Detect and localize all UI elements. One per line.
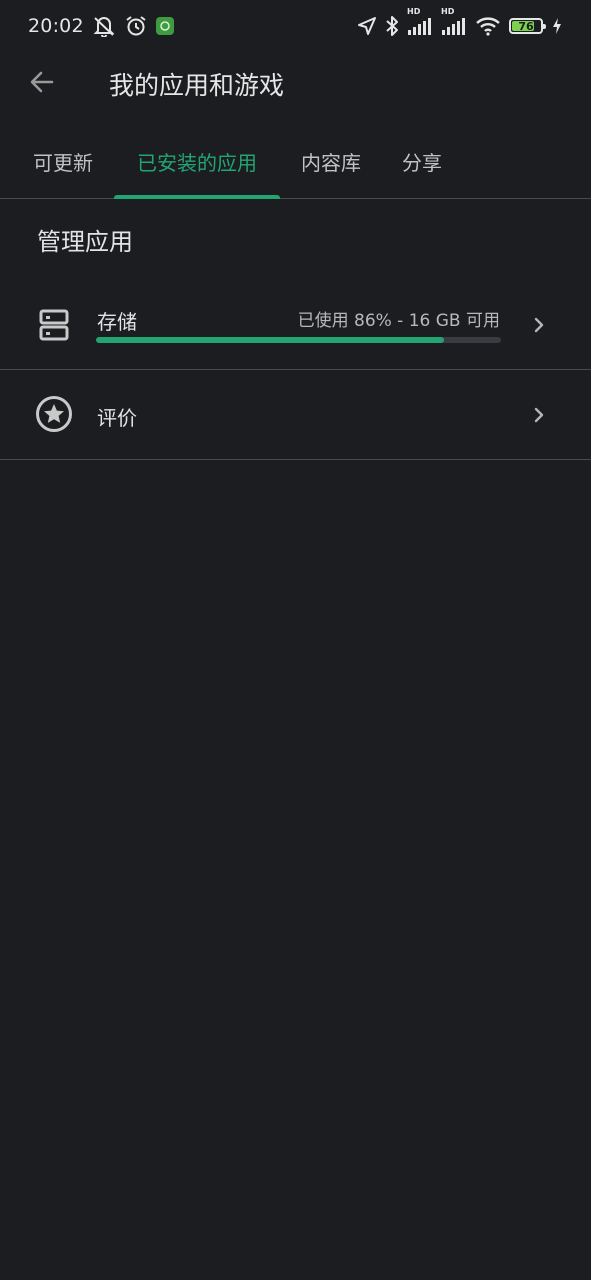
tab-share[interactable]: 分享	[382, 124, 462, 198]
status-time: 20:02	[28, 15, 84, 37]
notifications-off-icon	[92, 15, 116, 37]
back-button[interactable]	[22, 62, 62, 102]
alarm-icon	[124, 15, 148, 37]
tab-indicator	[114, 195, 280, 199]
signal-hd-badge: HD	[441, 7, 455, 16]
battery-icon: 76	[509, 18, 546, 34]
tab-label: 分享	[402, 150, 442, 175]
section-title: 管理应用	[37, 228, 133, 256]
wifi-icon	[475, 16, 501, 36]
app-notification-icon	[155, 17, 174, 35]
app-bar: 我的应用和游戏	[0, 52, 591, 114]
signal-icon: HD	[441, 7, 467, 36]
ratings-row[interactable]: 评价	[0, 370, 591, 460]
arrow-left-icon	[30, 71, 54, 93]
chevron-right-icon	[528, 404, 550, 426]
chevron-right-icon	[528, 314, 550, 336]
location-icon	[357, 16, 377, 36]
tab-library[interactable]: 内容库	[282, 124, 380, 198]
tab-updates[interactable]: 可更新	[14, 124, 112, 198]
page-title: 我的应用和游戏	[109, 71, 285, 100]
storage-label: 存储	[97, 310, 137, 334]
tab-label: 已安装的应用	[137, 150, 257, 175]
status-bar: 20:02 HD HD 76	[0, 0, 591, 52]
storage-progress-bar	[96, 337, 501, 343]
storage-usage-text: 已使用 86% - 16 GB 可用	[297, 311, 500, 331]
tab-bar: 可更新 已安装的应用 内容库 分享	[0, 124, 591, 199]
storage-row[interactable]: 存储	[0, 280, 591, 370]
tab-label: 内容库	[301, 150, 361, 175]
signal-hd-badge: HD	[407, 7, 421, 16]
storage-progress-fill	[96, 337, 445, 343]
charging-icon	[551, 17, 563, 35]
bluetooth-icon	[385, 15, 399, 37]
signal-icon: HD	[407, 7, 433, 36]
battery-level: 76	[518, 19, 534, 33]
tab-installed[interactable]: 已安装的应用	[114, 124, 280, 199]
storage-icon	[34, 305, 74, 345]
tab-label: 可更新	[33, 150, 93, 175]
star-icon	[34, 394, 74, 434]
ratings-label: 评价	[97, 406, 137, 430]
